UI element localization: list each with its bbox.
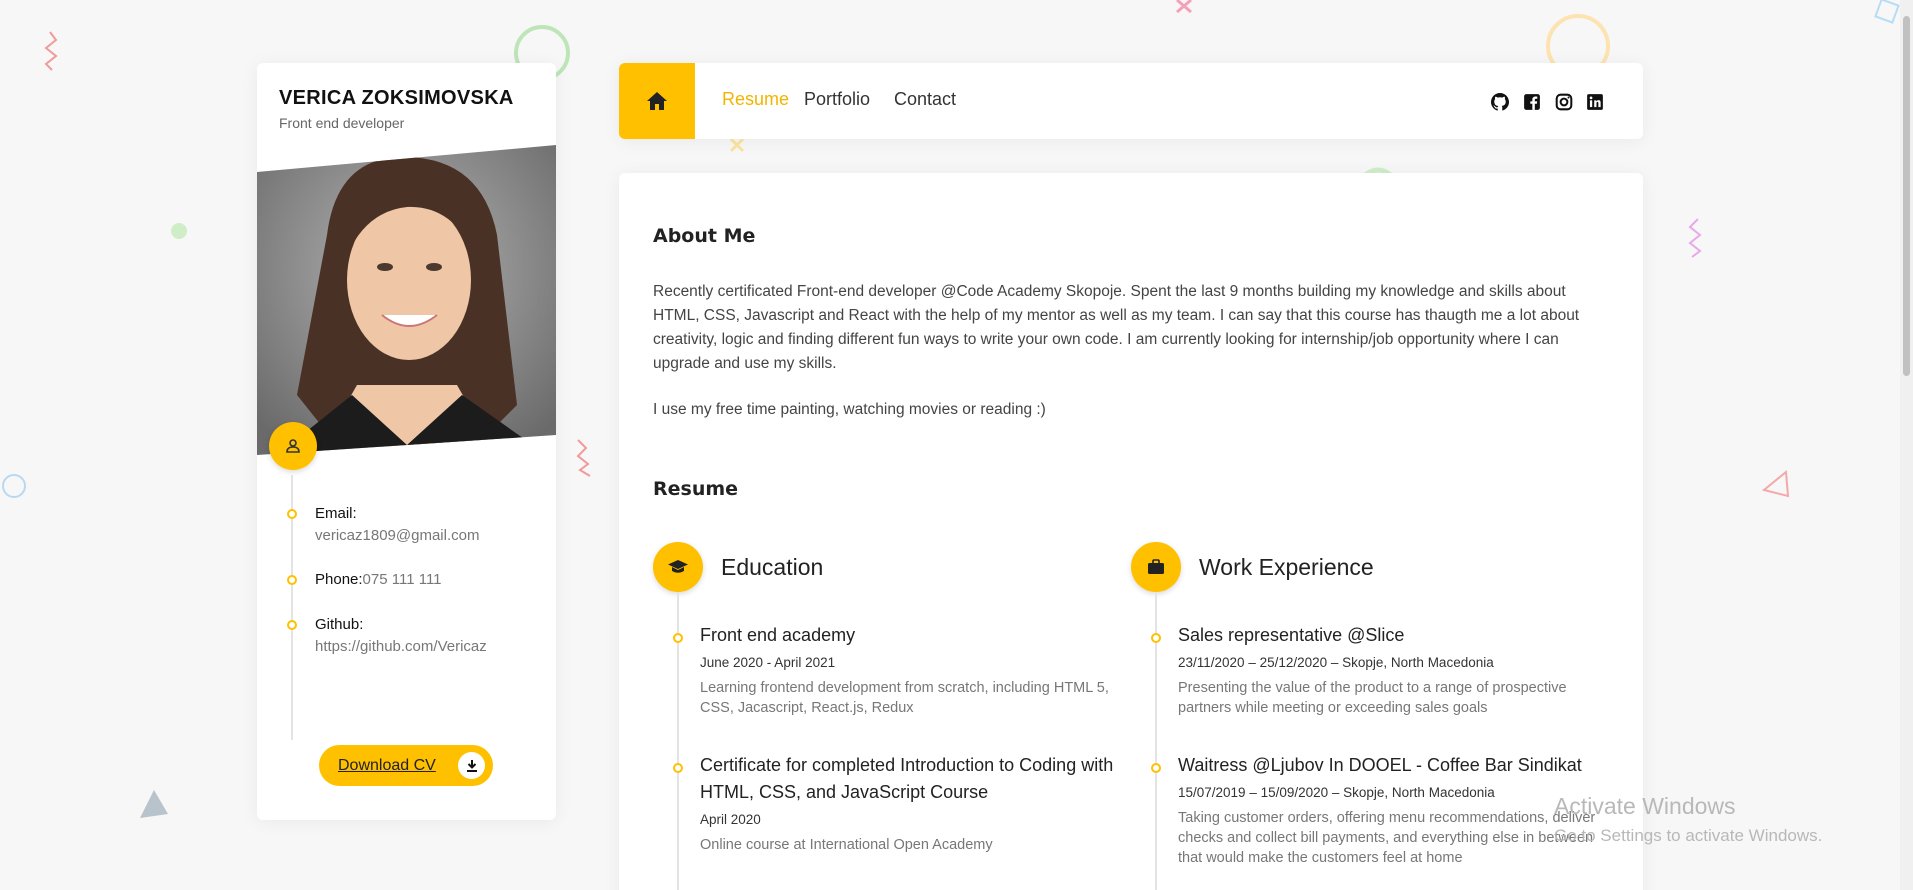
about-paragraph: Recently certificated Front-end develope… <box>653 283 1580 372</box>
decorative-triangle-icon <box>140 790 168 818</box>
entry-description: Online course at International Open Acad… <box>700 837 993 853</box>
contact-github: Github: https://github.com/Vericaz <box>315 614 487 658</box>
decorative-triangle-icon <box>1761 470 1790 498</box>
profile-card: VERICA ZOKSIMOVSKA Front end developer E… <box>257 63 556 820</box>
decorative-zigzag-icon <box>1688 218 1702 258</box>
entry-title: Certificate for completed Introduction t… <box>700 755 1114 802</box>
main-content: About Me Recently certificated Front-end… <box>619 173 1643 890</box>
profile-photo <box>257 145 556 455</box>
scrollbar-thumb[interactable] <box>1903 16 1910 376</box>
education-title: Education <box>721 553 824 580</box>
briefcase-icon <box>1131 542 1181 592</box>
entry-description: Presenting the value of the product to a… <box>1178 680 1567 716</box>
education-header: Education <box>653 542 823 592</box>
download-cv-button[interactable]: Download CV <box>319 745 493 786</box>
profile-role: Front end developer <box>279 115 405 131</box>
linkedin-icon[interactable] <box>1586 93 1604 111</box>
timeline-dot <box>287 509 297 519</box>
timeline-dot <box>1151 633 1161 643</box>
activate-windows-watermark: Activate Windows <box>1554 793 1736 819</box>
work-experience-title: Work Experience <box>1199 553 1374 580</box>
contact-email-label: Email: <box>315 505 357 522</box>
contact-phone-value: 075 111 111 <box>362 571 442 588</box>
graduation-cap-icon <box>653 542 703 592</box>
timeline-dot <box>673 763 683 773</box>
work-experience-header: Work Experience <box>1131 542 1374 592</box>
timeline-dot <box>673 633 683 643</box>
home-button[interactable] <box>619 63 695 139</box>
contact-github-label: Github: <box>315 616 364 633</box>
decorative-dot-icon <box>171 223 187 239</box>
entry-date: June 2020 - April 2021 <box>700 655 836 670</box>
facebook-icon[interactable] <box>1523 93 1541 111</box>
about-title: About Me <box>653 225 756 249</box>
contact-email-value[interactable]: vericaz1809@gmail.com <box>315 525 479 547</box>
top-navigation: Resume Portfolio Contact <box>619 63 1643 139</box>
entry-date: 15/07/2019 – 15/09/2020 – Skopje, North … <box>1178 785 1495 800</box>
nav-link-portfolio[interactable]: Portfolio <box>804 89 870 110</box>
timeline-dot <box>1151 763 1161 773</box>
home-icon <box>647 92 667 110</box>
about-hobbies: I use my free time painting, watching mo… <box>653 401 1046 418</box>
entry-description: Taking customer orders, offering menu re… <box>1178 810 1596 866</box>
decorative-square-icon <box>1874 0 1900 24</box>
decorative-zigzag-icon <box>576 439 591 477</box>
education-entry: Front end academy June 2020 - April 2021… <box>700 622 1120 718</box>
education-entry: Certificate for completed Introduction t… <box>700 752 1120 855</box>
contact-phone-label: Phone: <box>315 571 363 588</box>
decorative-cross-icon <box>1176 0 1192 14</box>
timeline-dot <box>287 575 297 585</box>
entry-date: April 2020 <box>700 812 761 827</box>
decorative-ring-icon <box>2 474 26 498</box>
decorative-cross-icon <box>729 137 745 153</box>
resume-title: Resume <box>653 478 739 502</box>
user-icon <box>269 422 317 470</box>
contact-email: Email: vericaz1809@gmail.com <box>315 503 479 547</box>
decorative-zigzag-icon <box>44 31 58 71</box>
page-scrollbar[interactable] <box>1900 0 1913 890</box>
nav-link-contact[interactable]: Contact <box>894 89 956 110</box>
work-entry: Sales representative @Slice 23/11/2020 –… <box>1178 622 1598 718</box>
profile-name: VERICA ZOKSIMOVSKA <box>279 87 514 109</box>
download-icon <box>458 752 485 779</box>
download-cv-label: Download CV <box>338 756 436 774</box>
instagram-icon[interactable] <box>1555 93 1573 111</box>
contact-github-value[interactable]: https://github.com/Vericaz <box>315 636 487 658</box>
entry-description: Learning frontend development from scrat… <box>700 680 1109 716</box>
timeline-dot <box>287 620 297 630</box>
work-entry: Waitress @Ljubov In DOOEL - Coffee Bar S… <box>1178 752 1598 868</box>
entry-title: Waitress @Ljubov In DOOEL - Coffee Bar S… <box>1178 755 1582 775</box>
contact-phone: Phone:075 111 111 <box>315 569 442 591</box>
activate-windows-subtext: Go to Settings to activate Windows. <box>1554 826 1823 845</box>
github-icon[interactable] <box>1491 93 1509 111</box>
entry-title: Sales representative @Slice <box>1178 625 1405 645</box>
entry-date: 23/11/2020 – 25/12/2020 – Skopje, North … <box>1178 655 1494 670</box>
entry-title: Front end academy <box>700 625 856 645</box>
nav-link-resume[interactable]: Resume <box>722 89 789 110</box>
